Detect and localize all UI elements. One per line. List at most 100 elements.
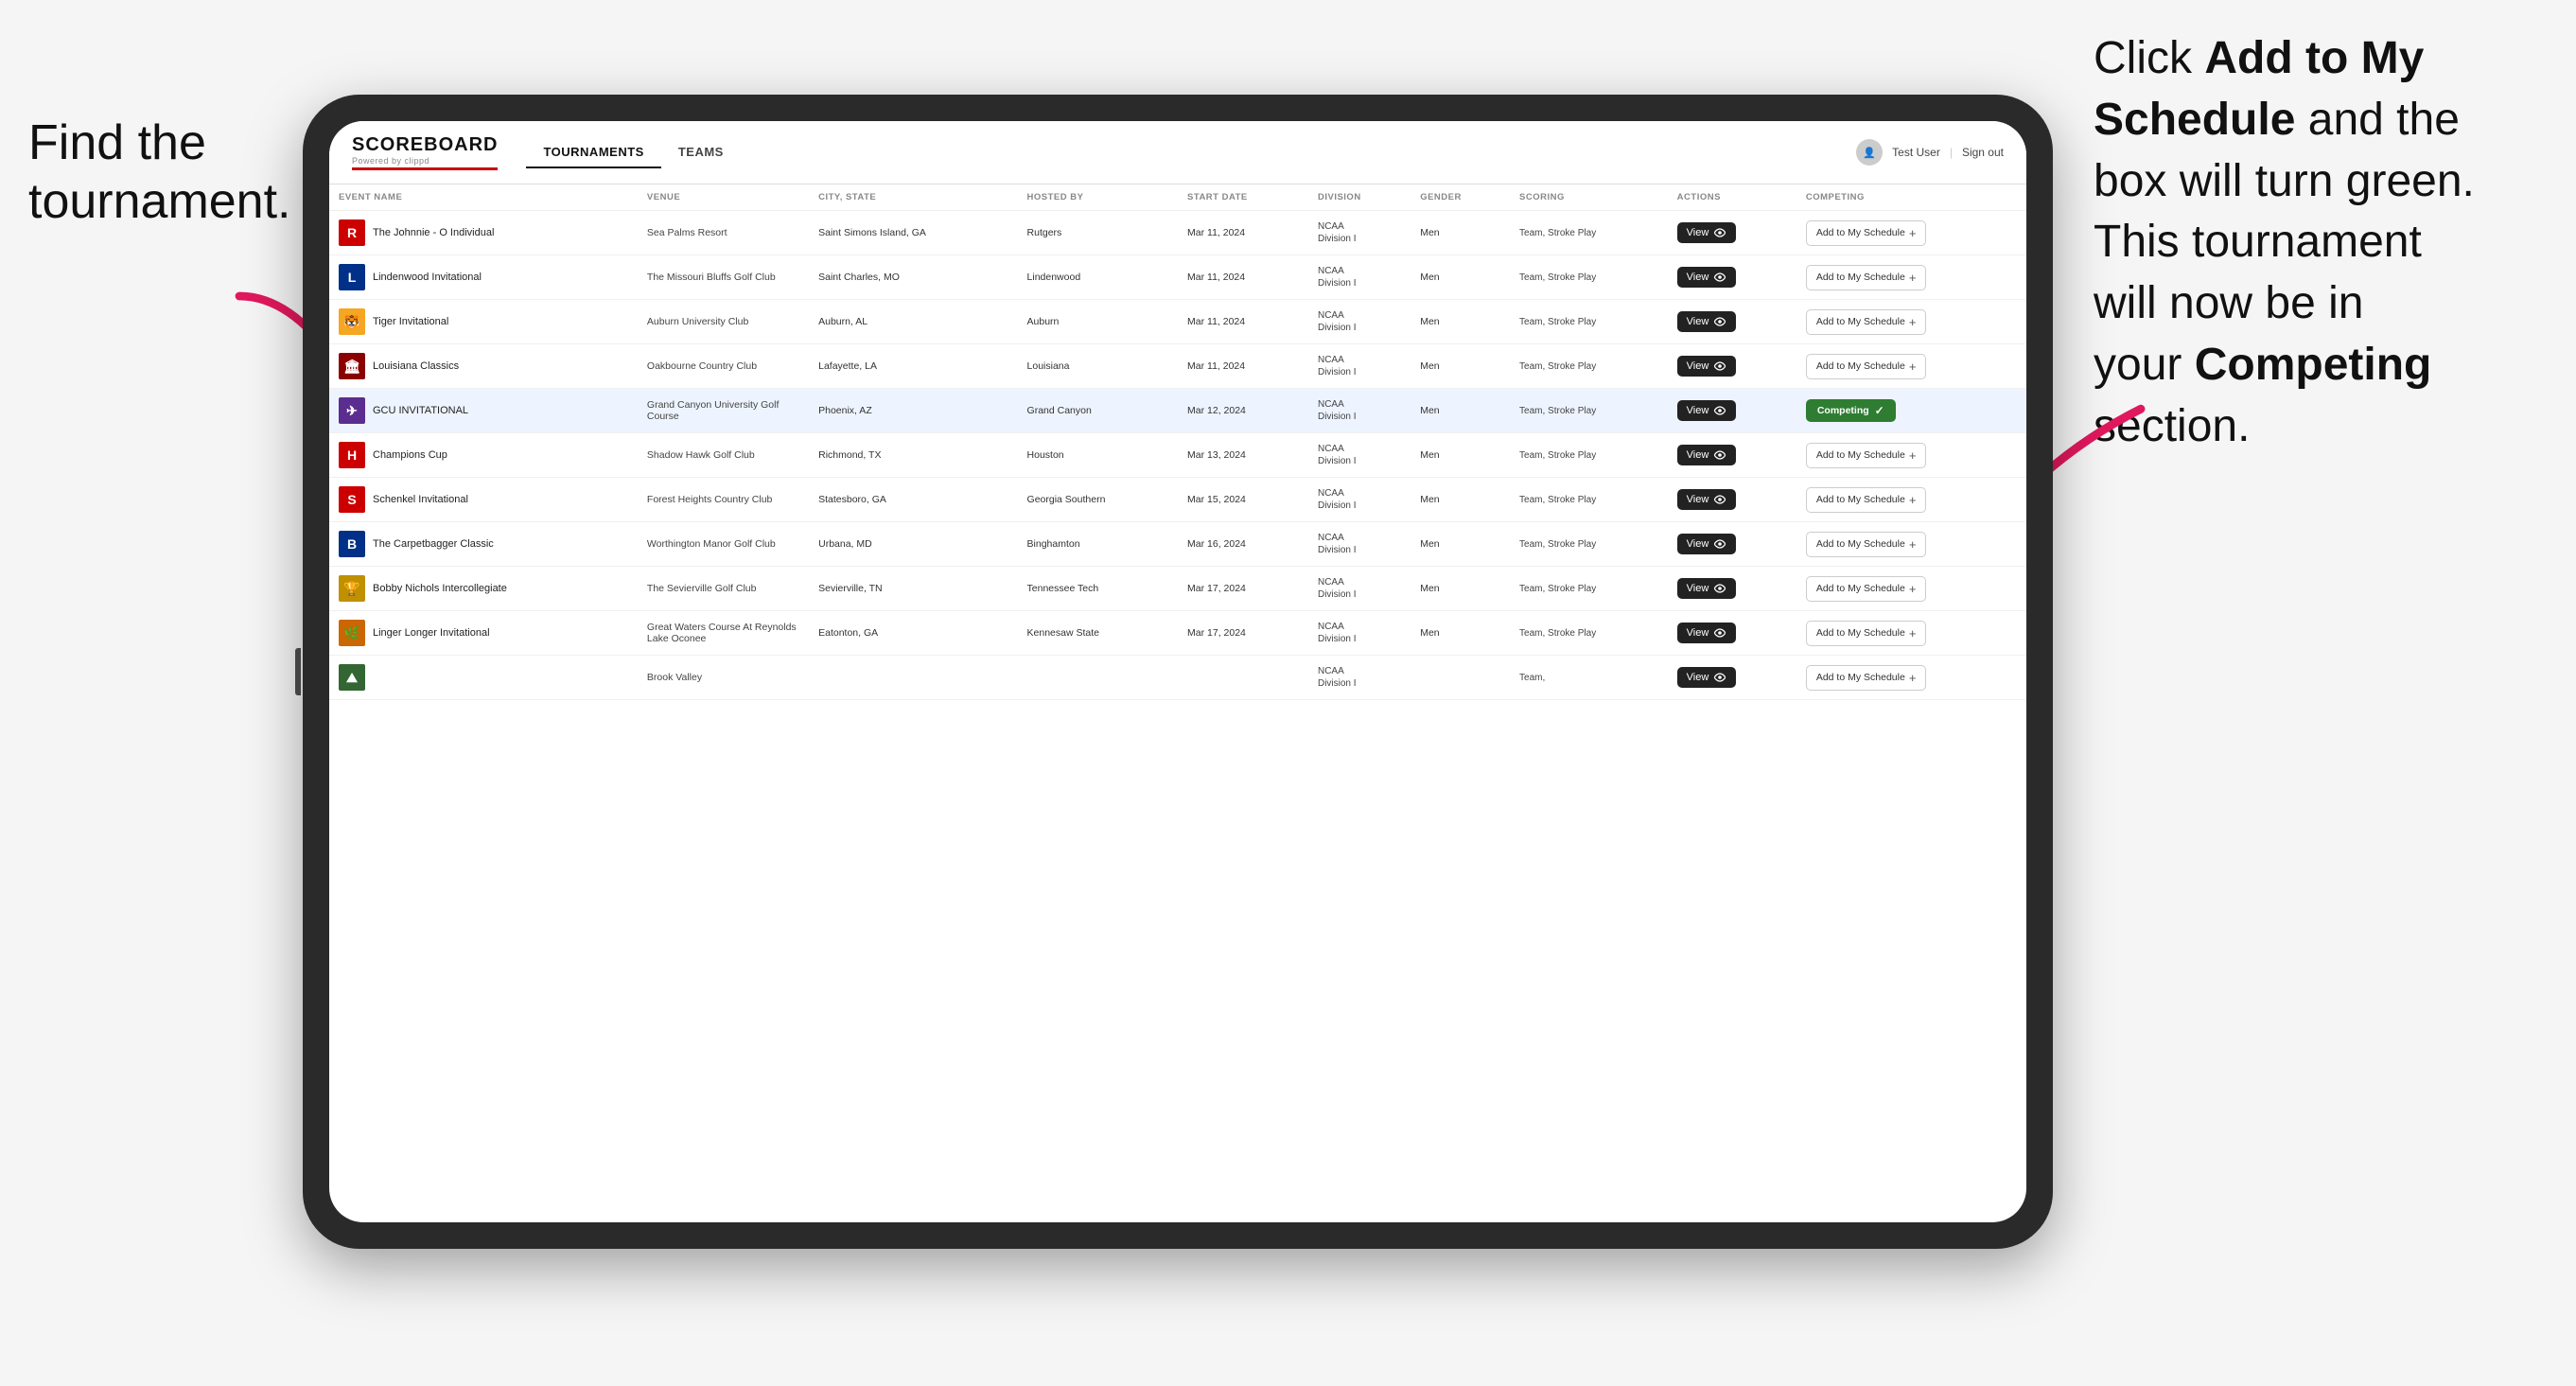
table-body: R The Johnnie - O Individual Sea Palms R… [329,211,2026,700]
cell-actions: View [1668,300,1796,344]
cell-start-date: Mar 11, 2024 [1178,344,1308,389]
cell-competing: Competing ✓ [1796,389,2026,433]
view-button[interactable]: View [1677,489,1737,510]
check-icon: ✓ [1875,404,1884,417]
col-actions: ACTIONS [1668,184,1796,211]
cell-gender: Men [1411,611,1510,656]
cell-start-date: Mar 11, 2024 [1178,255,1308,300]
add-to-schedule-button[interactable]: Add to My Schedule + [1806,621,1927,646]
plus-icon: + [1909,315,1917,329]
add-to-schedule-button[interactable]: Add to My Schedule + [1806,443,1927,468]
cell-start-date: Mar 11, 2024 [1178,211,1308,255]
add-to-schedule-button[interactable]: Add to My Schedule + [1806,576,1927,602]
cell-city-state [809,656,1017,700]
add-to-schedule-button[interactable]: Add to My Schedule + [1806,354,1927,379]
add-to-schedule-button[interactable]: Add to My Schedule + [1806,532,1927,557]
event-name: The Johnnie - O Individual [373,227,494,238]
tablet-frame: SCOREBOARD Powered by clippd TOURNAMENTS… [303,95,2053,1249]
add-label: Add to My Schedule [1816,272,1905,283]
view-button[interactable]: View [1677,445,1737,465]
add-label: Add to My Schedule [1816,449,1905,461]
cell-hosted-by [1018,656,1178,700]
view-button[interactable]: View [1677,534,1737,554]
col-hosted-by: HOSTED BY [1018,184,1178,211]
add-label: Add to My Schedule [1816,583,1905,594]
eye-icon [1713,361,1726,371]
col-gender: GENDER [1411,184,1510,211]
view-button[interactable]: View [1677,222,1737,243]
table-row: R The Johnnie - O Individual Sea Palms R… [329,211,2026,255]
team-logo: S [339,486,365,513]
team-logo: 🏆 [339,575,365,602]
eye-icon [1713,584,1726,593]
logo-sub: Powered by clippd [352,156,498,166]
cell-gender: Men [1411,389,1510,433]
cell-division: NCAADivision I [1308,344,1411,389]
cell-event-name: S Schenkel Invitational [329,478,638,522]
app-header: SCOREBOARD Powered by clippd TOURNAMENTS… [329,121,2026,184]
plus-icon: + [1909,360,1917,374]
cell-start-date: Mar 17, 2024 [1178,611,1308,656]
cell-gender [1411,656,1510,700]
table-row: ✈ GCU INVITATIONAL Grand Canyon Universi… [329,389,2026,433]
cell-event-name: B The Carpetbagger Classic [329,522,638,567]
col-division: DIVISION [1308,184,1411,211]
eye-icon [1713,628,1726,638]
cell-scoring: Team, Stroke Play [1510,300,1668,344]
cell-hosted-by: Rutgers [1018,211,1178,255]
cell-start-date: Mar 12, 2024 [1178,389,1308,433]
view-button[interactable]: View [1677,578,1737,599]
add-to-schedule-button[interactable]: Add to My Schedule + [1806,487,1927,513]
add-to-schedule-button[interactable]: Add to My Schedule + [1806,309,1927,335]
cell-hosted-by: Lindenwood [1018,255,1178,300]
add-to-schedule-button[interactable]: Add to My Schedule + [1806,665,1927,691]
view-button[interactable]: View [1677,400,1737,421]
cell-venue: Forest Heights Country Club [638,478,809,522]
cell-scoring: Team, Stroke Play [1510,211,1668,255]
cell-scoring: Team, Stroke Play [1510,522,1668,567]
view-button[interactable]: View [1677,311,1737,332]
eye-icon [1713,495,1726,504]
cell-actions: View [1668,389,1796,433]
view-button[interactable]: View [1677,623,1737,643]
cell-hosted-by: Georgia Southern [1018,478,1178,522]
cell-city-state: Lafayette, LA [809,344,1017,389]
cell-competing: Add to My Schedule + [1796,522,2026,567]
tab-tournaments[interactable]: TOURNAMENTS [526,137,660,168]
cell-hosted-by: Louisiana [1018,344,1178,389]
cell-scoring: Team, Stroke Play [1510,611,1668,656]
event-name: Champions Cup [373,449,447,461]
view-button[interactable]: View [1677,356,1737,377]
sign-out-link[interactable]: Sign out [1962,146,2004,159]
annotation-left: Find the tournament. [28,114,293,232]
cell-event-name: 🐯 Tiger Invitational [329,300,638,344]
eye-icon [1713,450,1726,460]
tab-teams[interactable]: TEAMS [661,137,741,168]
view-button[interactable]: View [1677,667,1737,688]
cell-city-state: Phoenix, AZ [809,389,1017,433]
cell-venue: Auburn University Club [638,300,809,344]
cell-city-state: Richmond, TX [809,433,1017,478]
cell-city-state: Statesboro, GA [809,478,1017,522]
cell-actions: View [1668,211,1796,255]
add-to-schedule-button[interactable]: Add to My Schedule + [1806,220,1927,246]
cell-venue: Brook Valley [638,656,809,700]
cell-gender: Men [1411,211,1510,255]
cell-start-date: Mar 17, 2024 [1178,567,1308,611]
cell-actions: View [1668,433,1796,478]
cell-city-state: Auburn, AL [809,300,1017,344]
cell-venue: Oakbourne Country Club [638,344,809,389]
cell-actions: View [1668,255,1796,300]
view-button[interactable]: View [1677,267,1737,288]
cell-division: NCAADivision I [1308,611,1411,656]
add-to-schedule-button[interactable]: Add to My Schedule + [1806,265,1927,290]
col-start-date: START DATE [1178,184,1308,211]
add-label: Add to My Schedule [1816,538,1905,550]
header-right: 👤 Test User | Sign out [1856,139,2004,166]
cell-venue: The Sevierville Golf Club [638,567,809,611]
tablet-screen: SCOREBOARD Powered by clippd TOURNAMENTS… [329,121,2026,1222]
cell-scoring: Team, Stroke Play [1510,433,1668,478]
nav-tabs: TOURNAMENTS TEAMS [526,137,740,168]
logo-text: SCOREBOARD [352,134,498,156]
competing-button[interactable]: Competing ✓ [1806,399,1896,422]
